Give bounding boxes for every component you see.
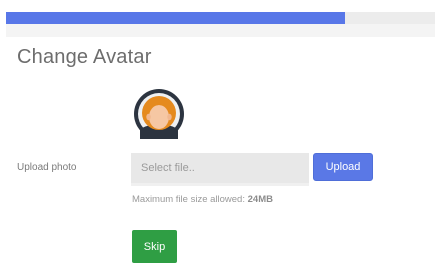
file-input-underline [131,183,309,186]
progress-fill [6,12,345,24]
progress-bar [6,12,435,24]
file-size-limit: 24MB [247,194,273,205]
avatar [134,89,184,139]
upload-photo-label: Upload photo [17,162,77,173]
upload-button[interactable]: Upload [313,153,373,181]
header-strip [6,24,435,37]
file-select-input[interactable] [131,153,309,183]
user-avatar-icon [134,89,184,139]
page-title: Change Avatar [17,46,152,68]
skip-button[interactable]: Skip [132,230,177,263]
file-size-note: Maximum file size allowed: 24MB [132,194,273,205]
file-size-note-prefix: Maximum file size allowed: [132,194,248,205]
